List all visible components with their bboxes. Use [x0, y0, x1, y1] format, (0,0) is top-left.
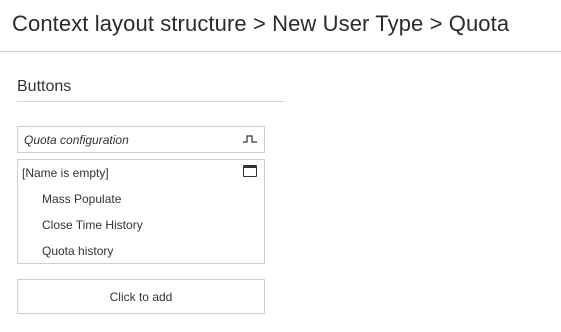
breadcrumb: Context layout structure > New User Type… [12, 11, 510, 36]
quota-configuration-label: Quota configuration [24, 133, 129, 147]
section-title: Buttons [17, 78, 72, 95]
quota-configuration-row[interactable]: Quota configuration [17, 126, 265, 153]
quota-history-button[interactable]: Quota history [42, 244, 113, 258]
page-header: Context layout structure > New User Type… [0, 0, 561, 52]
window-icon[interactable] [243, 165, 257, 177]
collapse-icon[interactable] [242, 133, 258, 145]
group-name-label[interactable]: [Name is empty] [22, 166, 109, 180]
section-divider [17, 101, 285, 102]
button-group: [Name is empty] Mass Populate Close Time… [17, 159, 265, 264]
click-to-add-button[interactable]: Click to add [17, 279, 265, 314]
click-to-add-label: Click to add [109, 290, 173, 304]
close-time-history-button[interactable]: Close Time History [42, 218, 143, 232]
mass-populate-button[interactable]: Mass Populate [42, 192, 121, 206]
